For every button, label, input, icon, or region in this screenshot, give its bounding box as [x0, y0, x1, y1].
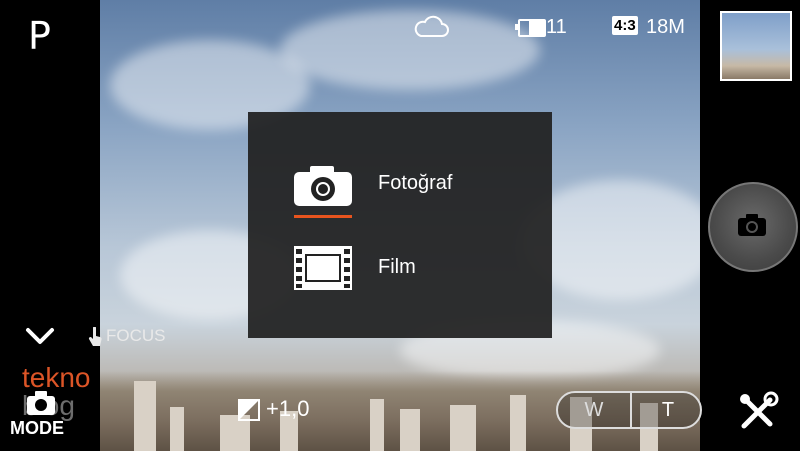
cloud-icon	[414, 15, 449, 37]
aspect-ratio-badge: 4:3	[612, 16, 638, 35]
zoom-tele-button[interactable]: T	[630, 393, 704, 427]
shutter-button[interactable]	[708, 182, 798, 272]
shooting-mode-indicator: P	[28, 14, 51, 58]
zoom-control[interactable]: W T	[556, 391, 702, 429]
selected-indicator	[294, 215, 352, 218]
film-icon	[294, 246, 352, 290]
mode-label: MODE	[10, 418, 64, 438]
menu-item-label: Film	[378, 256, 416, 278]
mode-button[interactable]: MODE	[10, 388, 74, 442]
camera-icon	[294, 166, 352, 206]
last-photo-thumbnail[interactable]	[720, 11, 792, 81]
camera-icon	[27, 391, 55, 415]
exposure-icon	[238, 399, 260, 422]
menu-item-movie[interactable]: Film	[248, 236, 552, 306]
menu-item-photo[interactable]: Fotoğraf	[248, 152, 552, 222]
exposure-value: +1,0	[266, 396, 310, 421]
touch-focus-indicator[interactable]: FOCUS	[88, 326, 166, 347]
image-size: 18M	[646, 16, 685, 38]
zoom-wide-button[interactable]: W	[558, 393, 630, 427]
battery-icon	[515, 19, 546, 37]
touch-hand-icon	[88, 326, 102, 346]
camera-icon	[738, 214, 766, 236]
focus-label: FOCUS	[106, 326, 166, 345]
chevron-down-icon[interactable]	[24, 322, 56, 350]
settings-tools-icon[interactable]	[736, 390, 780, 434]
shots-remaining: 11	[546, 16, 567, 38]
exposure-compensation[interactable]: +1,0	[238, 396, 309, 422]
menu-item-label: Fotoğraf	[378, 172, 453, 194]
capture-mode-menu: Fotoğraf Film	[248, 112, 552, 338]
